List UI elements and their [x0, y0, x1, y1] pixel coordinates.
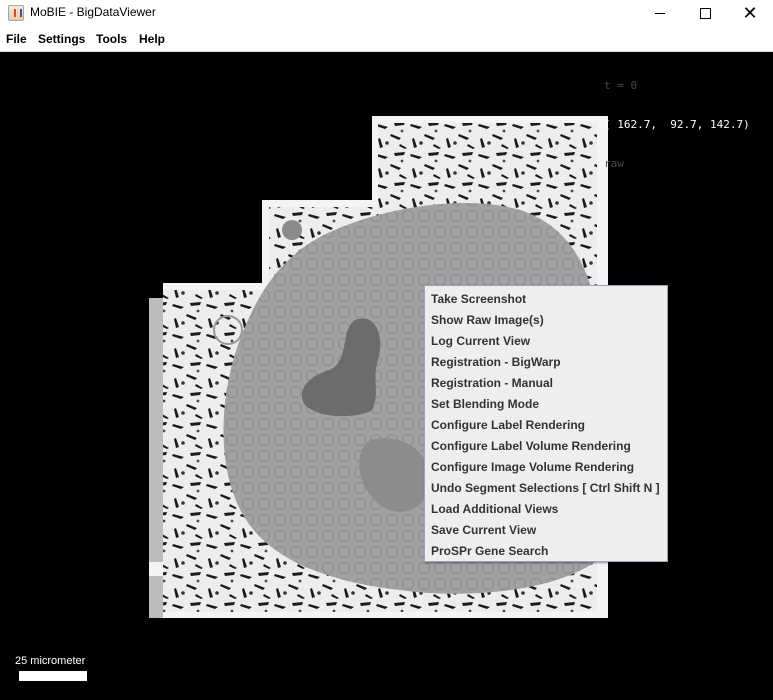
menu-item-undo-segment-selections[interactable]: Undo Segment Selections [ Ctrl Shift N ] — [425, 478, 667, 499]
source-name-label: raw — [604, 157, 624, 170]
menu-item-log-current-view[interactable]: Log Current View — [425, 331, 667, 352]
timepoint-label: t = 0 — [604, 79, 638, 92]
coordinate-overlay: t = 0 ( 162.7, 92.7, 142.7) raw — [604, 53, 750, 183]
menu-bar: File Settings Tools Help — [0, 26, 773, 52]
menu-item-registration-manual[interactable]: Registration - Manual — [425, 373, 667, 394]
context-menu: Take Screenshot Show Raw Image(s) Log Cu… — [424, 285, 668, 562]
coordinate-readout: ( 162.7, 92.7, 142.7) — [604, 118, 750, 131]
close-button[interactable]: ✕ — [727, 0, 773, 26]
scale-bar — [19, 671, 87, 681]
menu-item-show-raw-images[interactable]: Show Raw Image(s) — [425, 310, 667, 331]
menu-tools[interactable]: Tools — [96, 32, 127, 46]
menu-help[interactable]: Help — [139, 32, 165, 46]
menu-item-set-blending-mode[interactable]: Set Blending Mode — [425, 394, 667, 415]
menu-item-load-additional-views[interactable]: Load Additional Views — [425, 499, 667, 520]
minimize-icon — [655, 12, 665, 14]
close-icon: ✕ — [742, 2, 758, 24]
menu-item-configure-label-rendering[interactable]: Configure Label Rendering — [425, 415, 667, 436]
title-bar: MoBIE - BigDataViewer ✕ — [0, 0, 773, 26]
maximize-button[interactable] — [682, 0, 728, 26]
menu-item-configure-label-volume-rendering[interactable]: Configure Label Volume Rendering — [425, 436, 667, 457]
menu-item-save-current-view[interactable]: Save Current View — [425, 520, 667, 541]
menu-item-take-screenshot[interactable]: Take Screenshot — [425, 289, 667, 310]
menu-item-configure-image-volume-rendering[interactable]: Configure Image Volume Rendering — [425, 457, 667, 478]
minimize-button[interactable] — [637, 0, 683, 26]
menu-item-prospr-gene-search[interactable]: ProSPr Gene Search — [425, 541, 667, 562]
maximize-icon — [699, 7, 711, 19]
window-title: MoBIE - BigDataViewer — [30, 5, 156, 19]
menu-file[interactable]: File — [6, 32, 27, 46]
menu-settings[interactable]: Settings — [38, 32, 85, 46]
java-app-icon — [8, 5, 24, 21]
menu-item-registration-bigwarp[interactable]: Registration - BigWarp — [425, 352, 667, 373]
scale-bar-label: 25 micrometer — [15, 655, 86, 667]
